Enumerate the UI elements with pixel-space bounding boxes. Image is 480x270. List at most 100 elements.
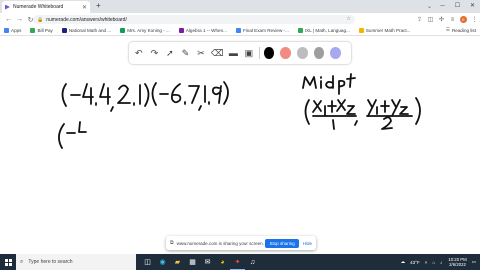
handwritten-stroke	[354, 120, 358, 126]
extension-icon[interactable]: ◫	[425, 16, 436, 23]
minimize-icon[interactable]: ─	[435, 0, 450, 13]
close-window-icon[interactable]: ✕	[465, 0, 480, 13]
bookmark-favicon-icon	[61, 28, 67, 33]
edge-icon[interactable]: ◉	[155, 254, 170, 270]
handwritten-stroke	[198, 105, 202, 111]
bookmark-star-icon[interactable]: ☆	[347, 16, 351, 22]
bookmark-favicon-icon	[120, 28, 126, 33]
pen-icon[interactable]: ✎	[180, 47, 192, 60]
bookmark-item[interactable]: Apps	[4, 28, 21, 33]
screen-share-bar: ⧉ www.numerade.com is sharing your scree…	[166, 236, 316, 250]
bookmark-item[interactable]: National Math and ...	[61, 28, 111, 33]
handwritten-stroke	[171, 83, 182, 104]
temperature[interactable]: 43°F	[410, 260, 420, 265]
stop-sharing-button[interactable]: Stop sharing	[265, 238, 299, 248]
tools-icon[interactable]: ✂	[195, 47, 207, 60]
bookmarks-bar: Apps Bill Pay National Math and ... Mrs.…	[0, 26, 480, 36]
reading-list[interactable]: ☰ Reading list	[446, 27, 476, 33]
start-button[interactable]	[0, 254, 16, 270]
handwritten-stroke	[346, 105, 356, 115]
share-message: www.numerade.com is sharing your screen.	[176, 240, 264, 246]
store-icon[interactable]: ▦	[185, 254, 200, 270]
handwritten-stroke	[61, 83, 67, 107]
image-icon[interactable]: ▣	[243, 47, 255, 60]
handwritten-stroke	[117, 84, 131, 104]
app-icon[interactable]: ♫	[245, 254, 260, 270]
tray-chevron-icon[interactable]: ˄	[425, 260, 428, 265]
bookmark-item[interactable]: Bill Pay	[30, 28, 53, 33]
address-bar[interactable]: 🔒 numerade.com/answers/whiteboard/ ☆	[33, 15, 355, 24]
whiteboard-canvas[interactable]: ↶ ↷ ➚ ✎ ✂ ⌫ ▬ ▣ ⧉ www.numerade.com is sh…	[0, 36, 480, 254]
bookmark-item[interactable]: Algebra 1 -- When...	[178, 28, 227, 33]
tab-numerade-whiteboard[interactable]: Numerade Whiteboard ✕	[2, 1, 90, 13]
handwritten-stroke	[415, 97, 421, 125]
app-icon[interactable]: ✦	[230, 254, 245, 270]
bookmark-item[interactable]: Mrs. Amy Koning - ...	[120, 28, 170, 33]
hide-button[interactable]: Hide	[303, 241, 312, 246]
clock[interactable]: 10:20 PM 2/6/2022	[448, 257, 466, 268]
lock-icon[interactable]: 🔒	[37, 17, 43, 23]
handwritten-stroke	[188, 85, 200, 104]
handwritten-stroke	[99, 83, 111, 105]
handwritten-stroke	[381, 116, 393, 130]
bookmark-item[interactable]: Final Exam Review -...	[235, 28, 289, 33]
whiteboard-toolbar: ↶ ↷ ➚ ✎ ✂ ⌫ ▬ ▣	[129, 42, 351, 64]
undo-icon[interactable]: ↶	[133, 47, 145, 60]
windows-logo-icon	[4, 258, 12, 266]
handwritten-stroke	[223, 81, 229, 105]
maximize-icon[interactable]: ☐	[450, 0, 465, 13]
file-explorer-icon[interactable]: ▰	[170, 254, 185, 270]
handwritten-stroke	[82, 83, 94, 105]
handwritten-stroke	[110, 106, 114, 112]
handwritten-stroke	[391, 99, 401, 117]
highlighter-icon[interactable]: ▬	[228, 47, 240, 60]
window-controls: ─ ☐ ✕	[435, 0, 480, 13]
handwritten-stroke	[312, 100, 322, 113]
bookmark-favicon-icon	[235, 28, 241, 33]
handwritten-stroke	[327, 100, 337, 113]
weather-icon[interactable]: ☁	[401, 259, 406, 265]
color-lavender[interactable]	[330, 47, 341, 59]
color-black[interactable]	[263, 47, 275, 59]
handwritten-stroke	[144, 83, 150, 107]
profile-avatar[interactable]: E	[460, 16, 467, 23]
tab-search-icon[interactable]: ⌄	[427, 3, 432, 10]
task-view-icon[interactable]: ◫	[140, 254, 155, 270]
search-icon: ⌕	[20, 258, 24, 265]
eraser-icon[interactable]: ⌫	[211, 47, 224, 60]
select-pointer-icon[interactable]: ➚	[164, 47, 176, 60]
chrome-icon[interactable]: ◕	[215, 254, 230, 270]
handwritten-stroke	[325, 75, 334, 89]
url-text[interactable]: numerade.com/answers/whiteboard/	[46, 17, 127, 23]
taskbar-apps: ◫ ◉ ▰ ▦ ✉ ◕ ✦ ♫	[140, 254, 260, 270]
handwritten-stroke	[338, 79, 346, 95]
browser-toolbar: ← → ↻ 🔒 numerade.com/answers/whiteboard/…	[0, 13, 480, 26]
clock-date: 2/6/2022	[449, 262, 466, 267]
menu-kebab-icon[interactable]: ⋮	[469, 16, 480, 23]
color-gray[interactable]	[313, 47, 325, 59]
notifications-icon[interactable]: ▭	[472, 259, 476, 265]
bookmark-favicon-icon	[30, 28, 36, 33]
toolbar-divider	[258, 47, 260, 59]
bookmark-item[interactable]: IXL | Math, Languag...	[297, 28, 350, 33]
puzzle-icon[interactable]: ✣	[436, 16, 447, 23]
windows-taskbar: ⌕ Type here to search ◫ ◉ ▰ ▦ ✉ ◕ ✦ ♫ ☁ …	[0, 254, 480, 270]
redo-icon[interactable]: ↷	[149, 47, 161, 60]
back-icon[interactable]: ←	[4, 16, 13, 23]
tab-title: Numerade Whiteboard	[13, 4, 64, 10]
share-icon[interactable]: ⇪	[414, 16, 425, 23]
color-pink[interactable]	[280, 47, 291, 59]
color-light-gray[interactable]	[296, 47, 308, 59]
bookmark-item[interactable]: Summer Math Pract...	[358, 28, 411, 33]
taskbar-search[interactable]: ⌕ Type here to search	[16, 254, 136, 270]
forward-icon[interactable]: →	[15, 16, 24, 23]
close-tab-icon[interactable]: ✕	[82, 4, 87, 11]
numerade-favicon-icon	[5, 4, 10, 10]
network-icon[interactable]: ⌂	[432, 260, 435, 265]
new-tab-icon[interactable]: +	[96, 1, 101, 11]
media-icon[interactable]: ≡	[447, 17, 458, 23]
apps-grid-icon	[4, 28, 9, 33]
mail-icon[interactable]: ✉	[200, 254, 215, 270]
handwritten-stroke	[58, 123, 65, 149]
volume-icon[interactable]: ♪	[440, 260, 442, 265]
